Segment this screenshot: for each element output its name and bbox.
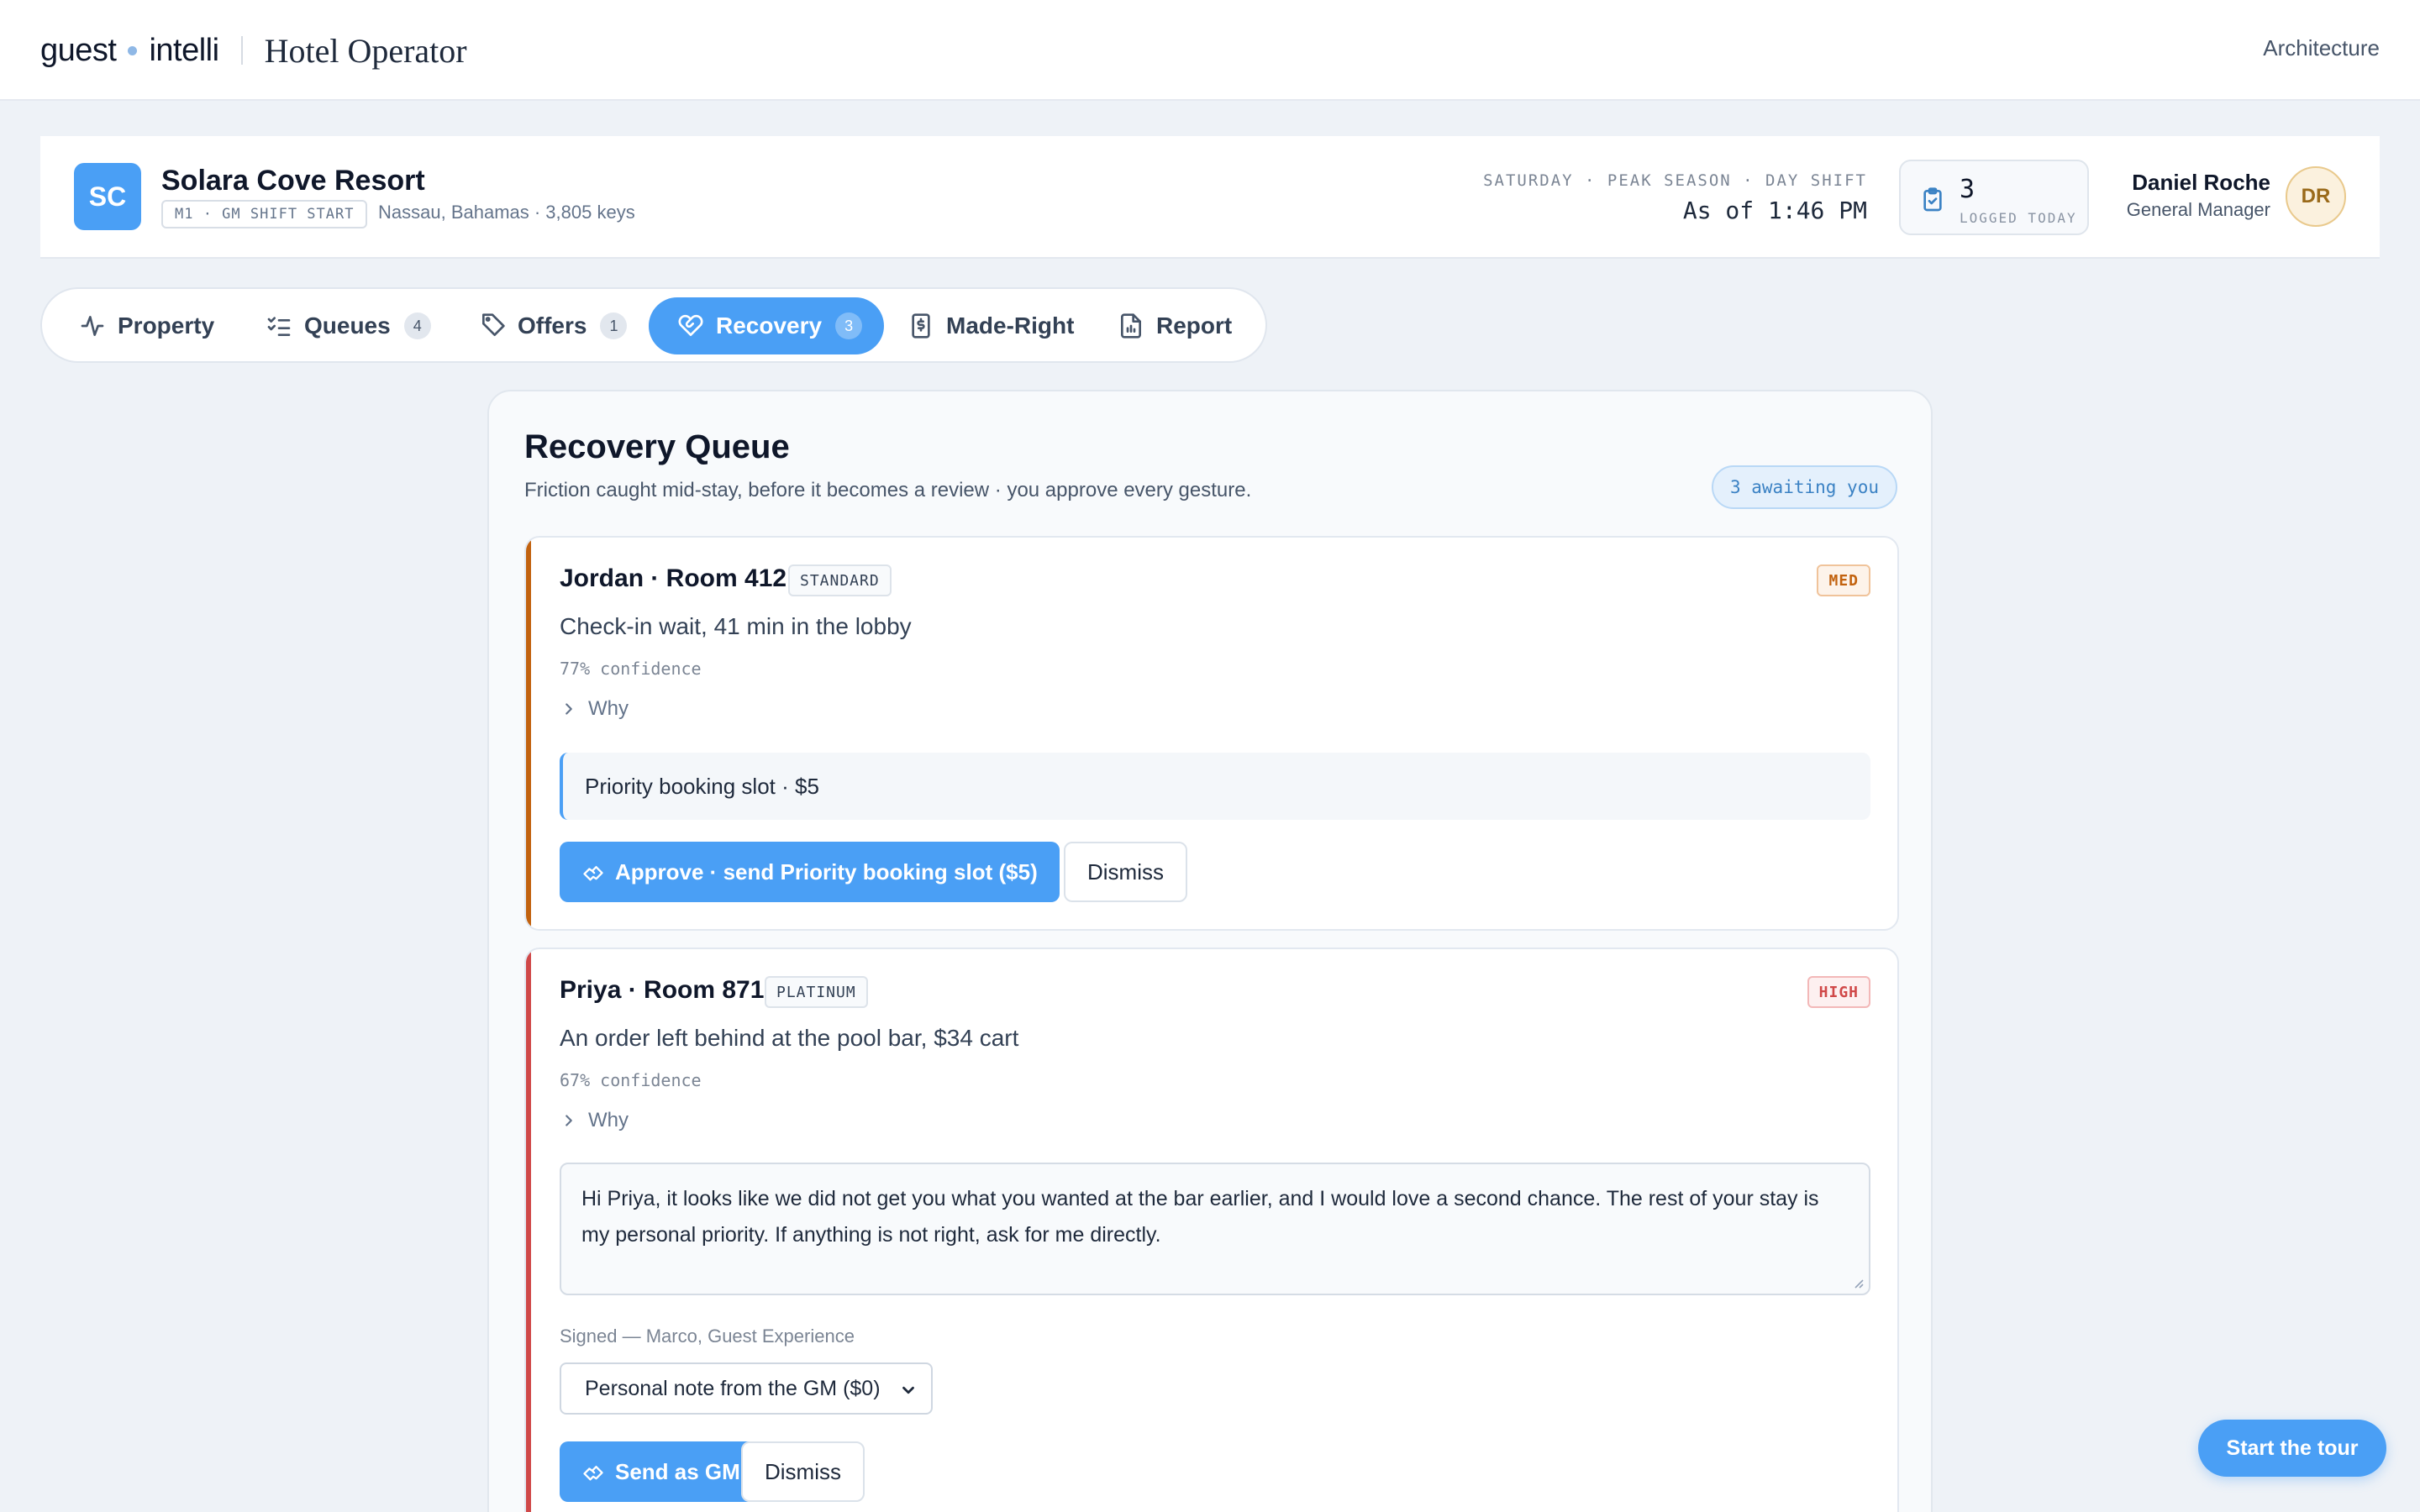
send-label: Send as GM: [615, 1458, 740, 1484]
gesture-selected: Personal note from the GM ($0): [585, 1376, 881, 1400]
page-subtitle: Friction caught mid-stay, before it beco…: [524, 479, 1252, 501]
tab-label: Queues: [304, 312, 391, 339]
awaiting-badge: 3 awaiting you: [1711, 465, 1897, 509]
as-of-time: As of 1:46 PM: [1682, 197, 1867, 224]
receipt-dollar-icon: [912, 313, 930, 339]
offer-box: Priority booking slot · $5: [560, 753, 1870, 820]
property-location: Nassau, Bahamas · 3,805 keys: [378, 202, 635, 223]
guest-name: Jordan · Room 412: [560, 564, 787, 592]
why-toggle[interactable]: Why: [560, 697, 629, 721]
tab-label: Recovery: [716, 312, 823, 339]
tab-offers[interactable]: Offers 1: [450, 297, 649, 354]
confidence-text: 67% confidence: [560, 1070, 702, 1090]
tab-made-right[interactable]: Made-Right: [879, 297, 1096, 354]
shift-info: SATURDAY · PEAK SEASON · DAY SHIFT As of…: [1483, 171, 1867, 224]
brand-word-guest: guest: [40, 32, 117, 68]
tab-label: Offers: [518, 312, 587, 339]
chevron-down-icon: [902, 1386, 914, 1394]
tab-label: Property: [118, 312, 215, 339]
note-text: Hi Priya, it looks like we did not get y…: [581, 1187, 1819, 1247]
property-avatar: SC: [74, 163, 141, 230]
user-role: General Manager: [2126, 199, 2270, 220]
issue-text: An order left behind at the pool bar, $3…: [560, 1025, 1019, 1051]
logged-count: 3: [1960, 175, 1975, 204]
dismiss-button[interactable]: Dismiss: [741, 1441, 865, 1502]
why-label: Why: [588, 697, 629, 720]
guest-name: Priya · Room 871: [560, 976, 765, 1004]
logged-label: LOGGED TODAY: [1960, 210, 2077, 226]
chevron-right-icon: [566, 703, 572, 715]
file-chart-icon: [1121, 313, 1141, 339]
tab-count-badge: 4: [403, 312, 431, 339]
tab-label: Report: [1156, 312, 1233, 339]
chevron-right-icon: [566, 1115, 572, 1126]
tag-icon: [482, 313, 505, 336]
signed-by: Signed — Marco, Guest Experience: [560, 1326, 855, 1347]
brand-dot: [128, 45, 138, 55]
why-label: Why: [588, 1109, 629, 1131]
severity-bar: [526, 949, 531, 1512]
property-name: Solara Cove Resort: [161, 165, 425, 197]
shift-label: SATURDAY · PEAK SEASON · DAY SHIFT: [1483, 171, 1867, 190]
note-textarea[interactable]: Hi Priya, it looks like we did not get y…: [560, 1163, 1870, 1295]
user-info: Daniel Roche General Manager: [2127, 170, 2270, 221]
checklist-icon: [267, 317, 291, 336]
heart-handshake-icon: [678, 314, 703, 336]
handshake-icon: [583, 866, 603, 881]
tab-property[interactable]: Property: [50, 297, 236, 354]
start-tour-button[interactable]: Start the tour: [2198, 1420, 2386, 1477]
send-as-gm-button[interactable]: Send as GM: [560, 1441, 762, 1502]
brand-word-intelli: intelli: [149, 32, 219, 68]
confidence-text: 77% confidence: [560, 659, 702, 679]
pulse-icon: [81, 316, 104, 336]
approve-label: Approve · send Priority booking slot ($5…: [615, 858, 1038, 885]
recovery-panel: Recovery Queue Friction caught mid-stay,…: [487, 390, 1933, 1512]
approve-button[interactable]: Approve · send Priority booking slot ($5…: [560, 842, 1060, 902]
shift-tag: M1 · GM SHIFT START: [161, 200, 368, 228]
recovery-card: Priya · Room 871 PLATINUM HIGH An order …: [524, 948, 1899, 1512]
severity-bar: [526, 538, 531, 929]
tier-badge: PLATINUM: [765, 976, 868, 1008]
architecture-link[interactable]: Architecture: [2263, 35, 2380, 61]
dismiss-button[interactable]: Dismiss: [1064, 842, 1187, 902]
tab-count-badge: 1: [600, 312, 628, 339]
page-title: Recovery Queue: [524, 428, 790, 465]
property-header: SC Solara Cove Resort M1 · GM SHIFT STAR…: [40, 136, 2380, 259]
recovery-card: Jordan · Room 412 STANDARD MED Check-in …: [524, 536, 1899, 931]
tab-queues[interactable]: Queues 4: [237, 297, 453, 354]
why-toggle[interactable]: Why: [560, 1109, 629, 1132]
gesture-select[interactable]: Personal note from the GM ($0): [560, 1362, 933, 1415]
handshake-icon: [583, 1466, 603, 1481]
tab-label: Made-Right: [946, 312, 1075, 339]
brand-logo[interactable]: guest intelli Hotel Operator: [40, 29, 467, 72]
tab-recovery[interactable]: Recovery 3: [649, 297, 885, 354]
resize-grip-icon[interactable]: [1852, 1277, 1864, 1289]
brand-divider: [240, 36, 243, 65]
user-name: Daniel Roche: [2132, 170, 2270, 195]
tab-count-badge: 3: [835, 312, 863, 339]
tier-badge: STANDARD: [788, 564, 892, 596]
severity-badge: MED: [1817, 564, 1870, 596]
user-avatar[interactable]: DR: [2286, 166, 2346, 227]
tab-report[interactable]: Report: [1089, 297, 1254, 354]
severity-badge: HIGH: [1807, 976, 1870, 1008]
clipboard-check-icon: [1923, 187, 1942, 212]
top-bar: guest intelli Hotel Operator Architectur…: [0, 0, 2420, 101]
main-tabs: Property Queues 4 Offers 1 Recovery 3 Ma…: [40, 287, 1267, 363]
logged-today-card[interactable]: 3 LOGGED TODAY: [1899, 160, 2089, 235]
app-name: Hotel Operator: [264, 31, 467, 70]
issue-text: Check-in wait, 41 min in the lobby: [560, 613, 912, 639]
